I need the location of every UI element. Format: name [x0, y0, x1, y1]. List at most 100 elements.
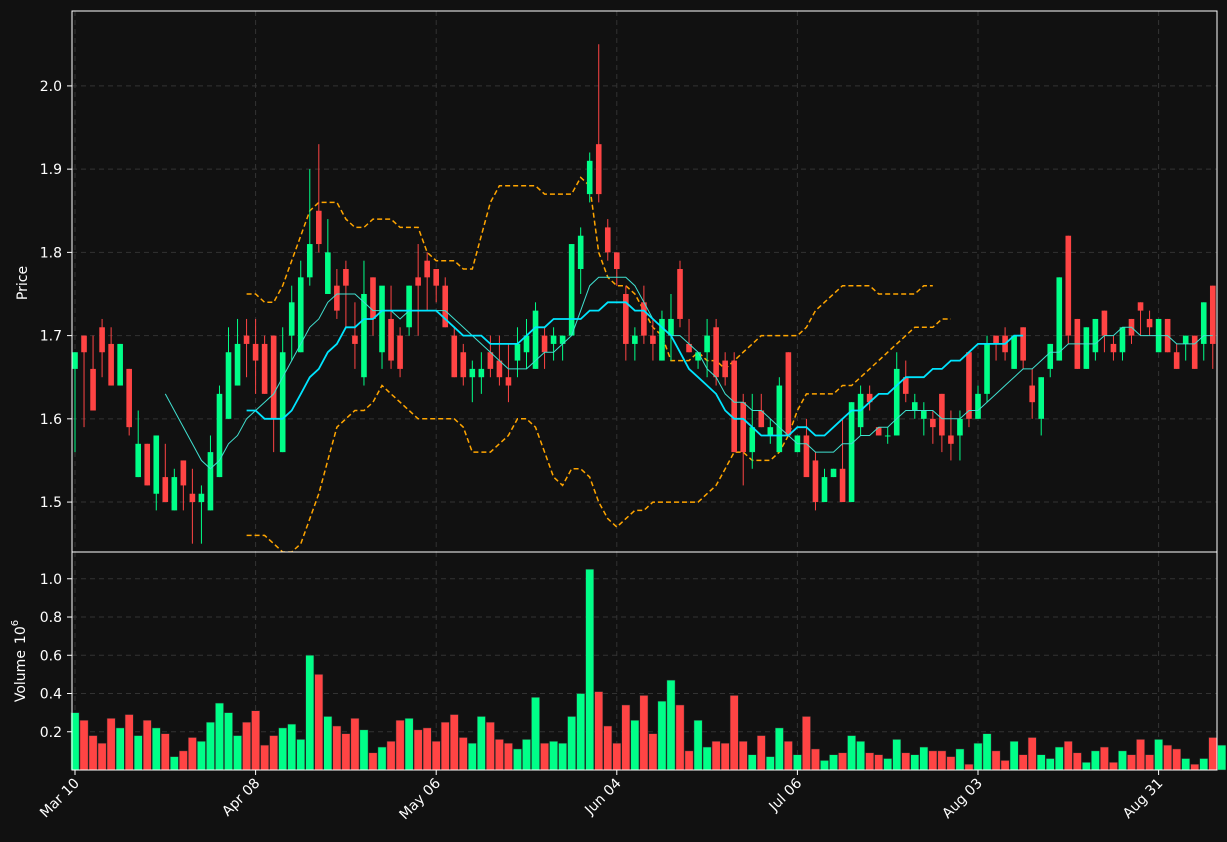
candle-down: [812, 460, 819, 503]
candle-up: [514, 343, 521, 361]
candle-up: [234, 343, 241, 386]
volume-bar-up: [982, 733, 992, 771]
candle-down: [839, 468, 846, 503]
candle-up: [776, 385, 783, 453]
candle-down: [948, 435, 954, 444]
volume-bar-down: [1000, 760, 1010, 771]
volume-bar-up: [747, 754, 757, 771]
volume-bar-down: [314, 674, 324, 771]
candle-down: [126, 368, 132, 428]
volume-bar-down: [332, 725, 342, 771]
candlestick-chart: 1.51.61.71.81.92.0 0.20.40.60.81.0 Mar 1…: [0, 0, 1227, 842]
candle-up: [848, 402, 855, 503]
volume-bar-up: [1054, 746, 1064, 771]
volume-bar-up: [513, 748, 522, 771]
candle-down: [180, 460, 187, 486]
candle-up: [225, 352, 232, 419]
candle-up: [577, 235, 584, 270]
candle-down: [162, 477, 169, 503]
volume-axis-exponent-power: 6: [10, 620, 21, 626]
candle-up: [306, 244, 313, 278]
volume-bar-down: [341, 733, 351, 771]
candle-down: [713, 327, 719, 378]
volume-bar-up: [585, 568, 595, 771]
volume-bar-down: [811, 748, 820, 771]
volume-bar-up: [197, 741, 206, 771]
candle-up: [135, 443, 142, 478]
candle-down: [270, 335, 277, 419]
volume-bar-down: [1109, 762, 1118, 771]
candle-down: [1029, 385, 1035, 403]
volume-bar-up: [892, 739, 902, 771]
volume-bar-down: [648, 733, 658, 771]
candle-down: [966, 352, 972, 419]
candle-down: [460, 352, 467, 378]
candle-down: [785, 352, 792, 436]
candle-down: [252, 343, 259, 361]
volume-bar-down: [540, 742, 549, 771]
volume-bar-up: [151, 727, 161, 771]
candle-down: [1065, 235, 1072, 336]
volume-bar-up: [847, 735, 856, 771]
candle-down: [487, 352, 494, 369]
volume-bar-down: [269, 735, 279, 771]
price-axis-label: Price: [15, 266, 31, 300]
candle-down: [1137, 302, 1144, 311]
candle-down: [803, 435, 810, 478]
volume-bar-up: [359, 729, 369, 771]
volume-bar-down: [486, 721, 495, 771]
volume-bar-down: [449, 714, 459, 771]
candle-down: [316, 210, 322, 245]
volume-bar-down: [179, 750, 188, 771]
candle-down: [939, 393, 945, 436]
candle-up: [984, 343, 990, 394]
volume-bar-down: [612, 742, 622, 771]
volume-bar-down: [142, 720, 152, 771]
volume-bar-down: [504, 742, 513, 771]
candle-down: [740, 402, 747, 453]
volume-bar-down: [738, 741, 748, 771]
volume-bar-up: [919, 746, 929, 771]
candle-down: [189, 493, 196, 503]
candle-up: [893, 368, 900, 436]
volume-bar-down: [594, 691, 604, 771]
volume-bar-down: [603, 725, 613, 771]
volume-bar-down: [928, 750, 938, 771]
candle-down: [1101, 310, 1108, 336]
candle-up: [361, 293, 367, 378]
volume-bar-down: [440, 721, 450, 771]
candle-down: [424, 260, 430, 278]
candle-up: [767, 427, 774, 436]
candle-up: [117, 343, 123, 386]
volume-bar-down: [1190, 764, 1200, 771]
volume-bar-down: [937, 750, 947, 771]
candle-down: [595, 144, 602, 195]
volume-tick-label: 0.2: [40, 725, 62, 741]
volume-bar-up: [829, 754, 838, 771]
volume-bar-down: [802, 716, 811, 771]
candle-up: [153, 435, 160, 494]
volume-bar-up: [522, 739, 531, 771]
candle-up: [884, 435, 891, 437]
volume-bar-down: [1063, 741, 1073, 771]
volume-bar-down: [386, 741, 396, 771]
volume-bar-up: [1199, 758, 1209, 771]
candle-down: [758, 410, 765, 428]
candle-up: [921, 410, 927, 419]
volume-axis-label-text: Volume: [13, 650, 29, 702]
volume-bar-up: [377, 746, 387, 771]
candle-up: [288, 302, 295, 336]
volume-bar-down: [260, 744, 269, 771]
volume-bar-down: [1136, 739, 1145, 771]
candle-down: [415, 277, 421, 286]
volume-bar-down: [1145, 754, 1154, 771]
candle-down: [451, 335, 458, 378]
candle-down: [81, 335, 87, 353]
volume-bar-down: [188, 737, 197, 771]
volume-bar-down: [865, 752, 874, 771]
candle-up: [1056, 277, 1063, 361]
candle-down: [614, 252, 620, 270]
volume-bar-down: [1018, 754, 1028, 771]
price-tick-label: 1.9: [40, 162, 62, 178]
volume-bar-up: [323, 716, 333, 771]
